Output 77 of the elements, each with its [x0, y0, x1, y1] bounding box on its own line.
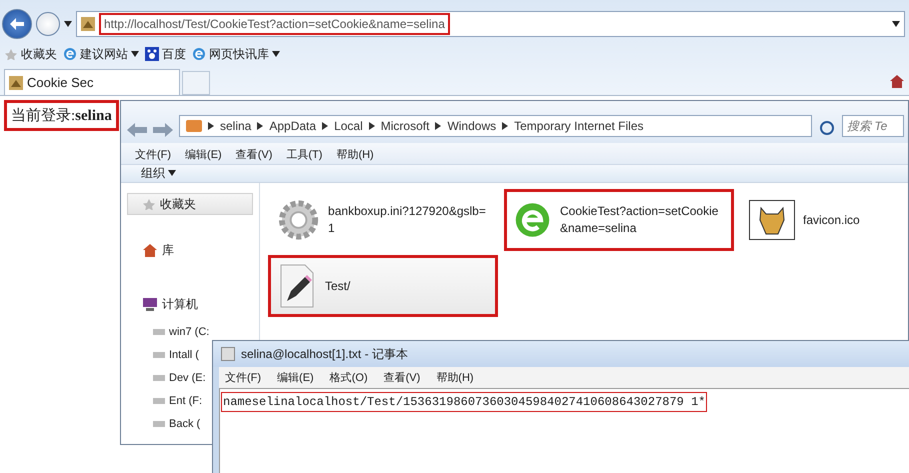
file-item[interactable]: favicon.ico — [740, 189, 900, 251]
drive-icon — [153, 398, 165, 404]
menu-item[interactable]: 帮助(H) — [436, 370, 474, 385]
drive-item[interactable]: Ent (F: — [153, 390, 202, 411]
notepad-icon — [221, 347, 235, 361]
drive-icon — [153, 352, 165, 358]
text-content: nameselinalocalhost/Test/153631986073603045984027410608643027879 1* — [221, 392, 708, 412]
drive-icon — [153, 374, 165, 380]
folder-icon — [186, 120, 202, 132]
file-item[interactable]: bankboxup.ini?127920&gslb=1 — [268, 189, 498, 251]
back-arrow-icon — [10, 18, 24, 30]
favorites-bar-item[interactable]: 收藏夹 — [4, 46, 57, 62]
paw-icon — [145, 47, 159, 61]
menu-item[interactable]: 帮助(H) — [336, 146, 374, 160]
site-icon — [9, 76, 23, 90]
path-bar[interactable]: selina AppData Local Microsoft Windows Temporary Internet Files — [179, 114, 812, 137]
browser-tab[interactable]: Cookie Sec — [4, 69, 180, 95]
menu-item[interactable]: 编辑(E) — [185, 146, 222, 160]
breadcrumb-item[interactable]: Local — [334, 118, 363, 133]
menu-item[interactable]: 文件(F) — [135, 146, 172, 160]
site-icon — [81, 17, 95, 31]
browser-e-icon — [192, 47, 206, 61]
back-arrow-icon[interactable] — [127, 122, 147, 137]
caret-icon — [168, 170, 176, 176]
gear-icon — [277, 198, 320, 242]
forward-button[interactable] — [36, 12, 60, 36]
back-button[interactable] — [2, 9, 32, 39]
menu-item[interactable]: 文件(F) — [225, 370, 262, 385]
forward-arrow-icon[interactable] — [153, 122, 173, 137]
address-field[interactable]: http://localhost/Test/CookieTest?action=setCookie&name=selina — [76, 11, 905, 37]
menu-item[interactable]: 工具(T) — [286, 146, 322, 160]
caret-icon — [892, 21, 900, 27]
menu-item[interactable]: 查看(V) — [384, 370, 420, 385]
breadcrumb-item[interactable]: AppData — [269, 118, 316, 133]
drive-icon — [153, 420, 165, 426]
chevron-icon — [435, 122, 442, 130]
home-icon[interactable] — [889, 73, 905, 89]
drive-icon — [153, 328, 165, 334]
favorites-bar-item[interactable]: 建议网站 — [63, 46, 139, 62]
favorites-bar-item[interactable]: 网页快讯库 — [192, 46, 280, 62]
breadcrumb-item[interactable]: Windows — [447, 118, 496, 133]
drive-item[interactable]: Dev (E: — [153, 367, 206, 388]
file-item[interactable]: CookieTest?action=setCookie&name=selina — [504, 189, 734, 251]
breadcrumb-item[interactable]: Temporary Internet Files — [514, 118, 644, 133]
drive-item[interactable]: win7 (C: — [153, 321, 210, 342]
chevron-icon — [322, 122, 328, 130]
chevron-icon — [368, 122, 375, 130]
sidebar-item[interactable]: 计算机 — [127, 293, 253, 315]
caret-icon — [64, 21, 72, 27]
search-field[interactable]: 搜索 Te — [842, 114, 904, 137]
menu-item[interactable]: 查看(V) — [236, 146, 272, 160]
star-icon — [142, 198, 156, 210]
refresh-icon[interactable] — [818, 118, 836, 137]
computer-icon — [142, 296, 158, 312]
chevron-icon — [502, 122, 508, 130]
window-title: selina@localhost[1].txt - 记事本 — [241, 346, 408, 362]
drive-item[interactable]: Back ( — [153, 413, 200, 434]
organize-button[interactable]: 组织 — [141, 164, 176, 182]
star-icon — [4, 48, 18, 60]
sidebar-item[interactable]: 库 — [127, 239, 253, 261]
browser-e-icon — [63, 47, 77, 61]
chevron-icon — [257, 122, 264, 130]
house-icon — [142, 242, 158, 258]
login-status-text: 当前登录:selina — [4, 100, 119, 131]
caret-icon — [131, 51, 139, 57]
sidebar-item[interactable]: 收藏夹 — [127, 193, 253, 215]
menu-item[interactable]: 编辑(E) — [277, 370, 314, 385]
address-text: http://localhost/Test/CookieTest?action=setCookie&name=selina — [99, 13, 450, 35]
caret-icon — [272, 51, 280, 57]
chevron-icon — [208, 122, 214, 130]
menu-item[interactable]: 格式(O) — [330, 370, 368, 385]
breadcrumb-item[interactable]: selina — [220, 118, 252, 133]
cat-icon — [749, 200, 795, 240]
drive-item[interactable]: Intall ( — [153, 344, 199, 365]
file-item[interactable]: Test/ — [268, 255, 498, 317]
breadcrumb-item[interactable]: Microsoft — [380, 118, 430, 133]
favorites-bar-item[interactable]: 百度 — [145, 46, 186, 62]
